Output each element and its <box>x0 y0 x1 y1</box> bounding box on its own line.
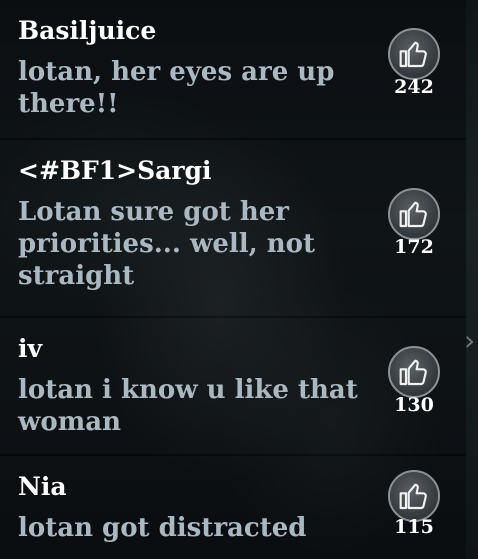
thumbs-up-icon <box>399 359 427 386</box>
like-button[interactable] <box>388 28 440 80</box>
comment-message: Lotan sure got her priorities... well, n… <box>18 197 315 291</box>
comment-message: lotan, her eyes are up there!! <box>18 57 335 119</box>
comment-message: lotan got distracted <box>18 513 307 543</box>
comment-list: Basiljuice lotan, her eyes are up there!… <box>0 0 478 559</box>
comment-item: iv lotan i know u like that woman 130 <box>0 318 466 454</box>
like-button[interactable] <box>388 188 440 240</box>
comment-item: Basiljuice lotan, her eyes are up there!… <box>0 0 466 138</box>
like-count: 172 <box>394 236 434 258</box>
comment-username: Nia <box>18 472 67 501</box>
comment-item: Nia lotan got distracted 115 <box>0 456 466 559</box>
comment-username: iv <box>18 334 43 363</box>
like-count: 130 <box>394 394 434 416</box>
like-button[interactable] <box>388 346 440 398</box>
comment-item: <#BF1>Sargi Lotan sure got her prioritie… <box>0 140 466 316</box>
like-count: 242 <box>394 76 434 98</box>
comment-username: Basiljuice <box>18 16 157 45</box>
like-button[interactable] <box>388 470 440 522</box>
thumbs-up-icon <box>399 41 427 68</box>
chevron-right-icon[interactable]: › <box>464 326 478 356</box>
like-count: 115 <box>394 516 434 538</box>
thumbs-up-icon <box>399 201 427 228</box>
comment-message: lotan i know u like that woman <box>18 375 358 437</box>
thumbs-up-icon <box>399 483 427 510</box>
comment-username: <#BF1>Sargi <box>18 156 212 185</box>
